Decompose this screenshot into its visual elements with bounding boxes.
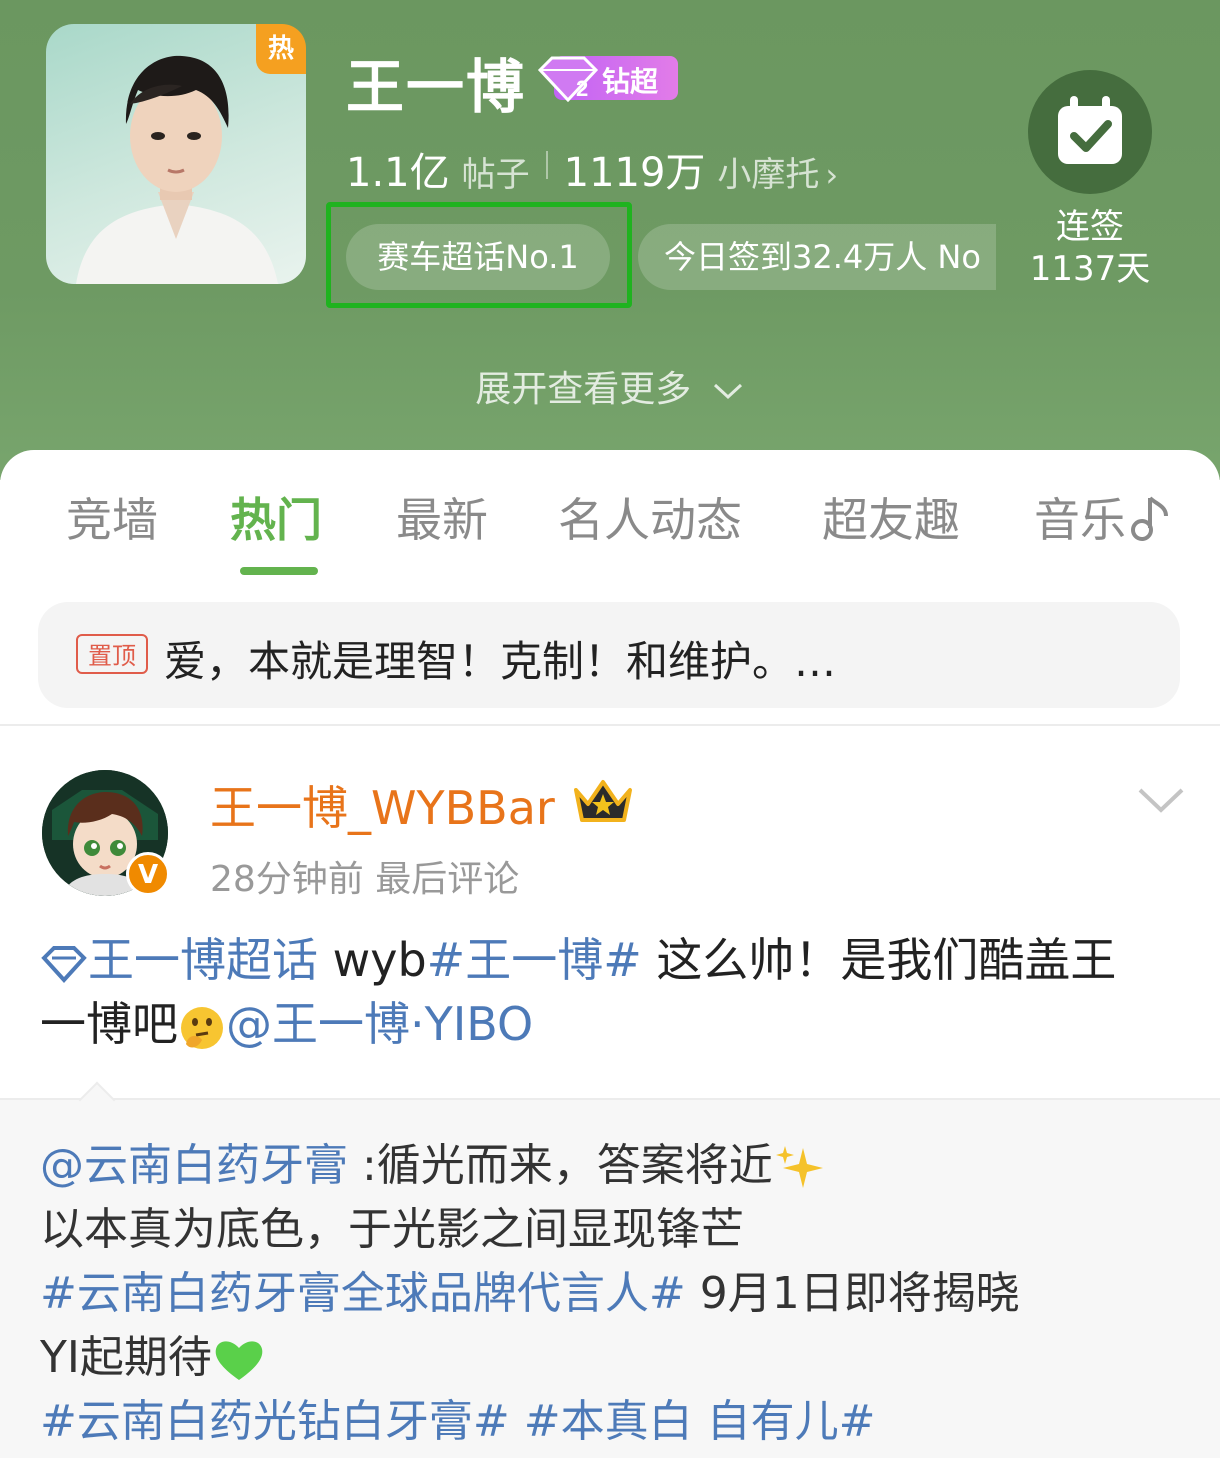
fans-label: 小摩托 [717, 155, 820, 195]
chevron-down-icon [713, 383, 742, 400]
expand-more-label: 展开查看更多 [475, 369, 692, 410]
fans-count: 1119万 [563, 150, 706, 196]
expand-more[interactable]: 展开查看更多 [0, 360, 1220, 412]
post-meta: 28分钟前 最后评论 [210, 850, 519, 902]
repost-hashtag-3[interactable]: #本真白 自有儿# [524, 1396, 876, 1447]
checkin-pill[interactable]: 今日签到32.4万人 No [638, 224, 996, 290]
topic-diamond-icon [41, 945, 87, 983]
crown-icon [574, 780, 632, 822]
pinned-tag: 置顶 [76, 634, 148, 674]
post-text-1: wyb [318, 933, 427, 987]
rank-pill[interactable]: 赛车超话No.1 [346, 224, 610, 290]
level-label: 钻超 [602, 65, 659, 98]
post-body: 王一博超话 wyb#王一博# 这么帅！是我们酷盖王 一博吧 @王一博·YIBO [40, 928, 1190, 1056]
tab-hot[interactable]: 热门 [230, 490, 322, 550]
level-badge[interactable]: 2 钻超 [536, 56, 678, 102]
hot-badge: 热 [256, 24, 306, 74]
section-divider [0, 724, 1220, 726]
post-text-2: 这么帅！是我们酷盖王 [641, 933, 1117, 987]
tab-music[interactable]: 音乐 [1034, 490, 1172, 550]
repost-mention[interactable]: @云南白药牙膏 [40, 1140, 348, 1191]
topic-title: 王一博 [346, 53, 527, 121]
repost-hashtag-1[interactable]: #云南白药牙膏全球品牌代言人# [40, 1268, 686, 1319]
calendar-check-icon [1058, 96, 1122, 164]
tab-music-label: 音乐 [1034, 493, 1126, 547]
svg-text:2: 2 [576, 76, 588, 101]
post-text-3: 一博吧 [40, 997, 178, 1051]
repost-line4: YI起期待 [40, 1332, 212, 1383]
music-note-icon [1131, 496, 1168, 541]
green-heart-icon [215, 1341, 263, 1380]
diamond-level-icon: 2 [537, 56, 599, 102]
repost-line3: 9月1日即将揭晓 [685, 1268, 1020, 1319]
thinking-face-icon [181, 1006, 223, 1049]
hashtag-link[interactable]: #王一博# [427, 933, 642, 987]
chevron-right-icon: › [825, 156, 839, 194]
tab-fun[interactable]: 超友趣 [822, 490, 960, 550]
post-meta-label: 最后评论 [375, 859, 520, 900]
repost-hashtag-2[interactable]: #云南白药光钻白牙膏# [40, 1396, 510, 1447]
post-time: 28分钟前 [210, 859, 364, 900]
tab-celebrity[interactable]: 名人动态 [558, 490, 742, 550]
repost-body: @云南白药牙膏 :循光而来，答案将近 以本真为底色，于光影之间显现锋芒 #云南白… [40, 1134, 1200, 1454]
checkin-streak: 连签 1137天 [1020, 206, 1160, 290]
topic-stats[interactable]: 1.1亿 帖子 1119万 小摩托 › [346, 140, 838, 196]
pinned-text: 爱，本就是理智！克制！和维护。… [164, 637, 837, 686]
repost-line1: :循光而来，答案将近 [348, 1140, 773, 1191]
author-name[interactable]: 王一博_WYBBar [210, 772, 555, 838]
tab-latest[interactable]: 最新 [396, 490, 488, 550]
repost-line2: 以本真为底色，于光影之间显现锋芒 [40, 1204, 744, 1255]
sparkles-icon [775, 1146, 823, 1188]
chevron-down-icon[interactable] [1136, 782, 1186, 818]
mention-link[interactable]: @王一博·YIBO [226, 997, 533, 1051]
active-tab-indicator [240, 567, 318, 575]
posts-label: 帖子 [461, 155, 530, 195]
topic-link[interactable]: 王一博超话 [88, 933, 318, 987]
tab-jingqiang[interactable]: 竞墙 [66, 490, 158, 550]
posts-count: 1.1亿 [346, 150, 450, 196]
checkin-streak-label: 连签 [1056, 207, 1124, 247]
checkin-streak-days: 1137天 [1029, 249, 1151, 289]
checkin-button[interactable] [1028, 70, 1152, 194]
vip-v-icon: V [126, 852, 170, 896]
topic-avatar[interactable]: 热 [46, 24, 306, 284]
stats-separator [545, 151, 548, 179]
